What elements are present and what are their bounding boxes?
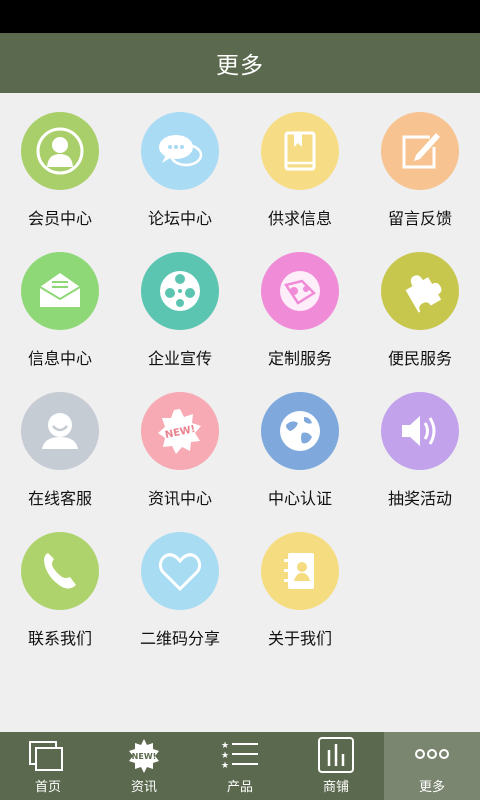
tab-news[interactable]: NEW! 资讯 [96, 732, 192, 800]
menu-item-info-center[interactable]: 信息中心 [0, 233, 120, 373]
svg-text:NEW!: NEW! [132, 752, 157, 761]
product-list-icon: ★ ★ ★ [221, 741, 258, 771]
menu-item-member-center[interactable]: 会员中心 [0, 93, 120, 233]
menu-grid: 会员中心 论坛中心 供求信息 留言反馈 信息中心 企业宣传 定制服务 便民服务 … [0, 93, 480, 732]
svg-text:★: ★ [221, 741, 229, 751]
heart-icon [141, 532, 219, 610]
menu-item-label: 留言反馈 [387, 209, 452, 228]
tab-label: 资讯 [130, 780, 157, 795]
menu-item-label: 会员中心 [27, 209, 92, 228]
bottom-tab-bar: 首页 NEW! 资讯 ★ ★ ★ 产品 商铺 更多 [0, 732, 480, 800]
puzzle-icon [381, 252, 459, 330]
menu-item-label: 中心认证 [267, 489, 332, 508]
menu-item-label: 二维码分享 [139, 629, 220, 648]
menu-item-enterprise-promo[interactable]: 企业宣传 [120, 233, 240, 373]
menu-item-label: 便民服务 [387, 349, 452, 368]
menu-item-convenience[interactable]: 便民服务 [360, 233, 480, 373]
title-bar: 更多 [0, 33, 480, 93]
page-title: 更多 [216, 53, 264, 79]
menu-item-certification[interactable]: 中心认证 [240, 373, 360, 513]
menu-item-feedback[interactable]: 留言反馈 [360, 93, 480, 233]
edit-note-icon [381, 112, 459, 190]
news-badge-icon: NEW! [129, 739, 159, 773]
svg-text:★: ★ [221, 751, 229, 761]
tab-label: 首页 [34, 780, 61, 795]
tab-products[interactable]: ★ ★ ★ 产品 [192, 732, 288, 800]
menu-item-contact-us[interactable]: 联系我们 [0, 513, 120, 653]
menu-item-about-us[interactable]: 关于我们 [240, 513, 360, 653]
tab-shop[interactable]: 商铺 [288, 732, 384, 800]
film-reel-icon [141, 252, 219, 330]
more-dots-icon [415, 749, 449, 759]
menu-item-qr-share[interactable]: 二维码分享 [120, 513, 240, 653]
speaker-icon [381, 392, 459, 470]
tab-label: 产品 [226, 780, 253, 795]
menu-item-label: 供求信息 [267, 209, 332, 228]
menu-item-label: 企业宣传 [147, 349, 212, 368]
menu-item-label: 关于我们 [267, 629, 332, 648]
menu-item-label: 在线客服 [27, 489, 92, 508]
contact-book-icon [261, 532, 339, 610]
menu-item-label: 定制服务 [267, 349, 332, 368]
menu-item-label: 资讯中心 [147, 489, 212, 508]
tab-more[interactable]: 更多 [384, 732, 480, 800]
menu-item-forum-center[interactable]: 论坛中心 [120, 93, 240, 233]
menu-item-label: 信息中心 [27, 349, 92, 368]
status-bar [0, 0, 480, 33]
menu-item-label: 论坛中心 [147, 209, 212, 228]
member-icon [21, 112, 99, 190]
svg-text:★: ★ [221, 761, 229, 771]
support-agent-icon [21, 392, 99, 470]
tab-home[interactable]: 首页 [0, 732, 96, 800]
tab-label: 商铺 [322, 780, 349, 795]
tab-label: 更多 [418, 780, 445, 795]
new-badge-icon: NEW! [141, 392, 219, 470]
menu-item-lottery[interactable]: 抽奖活动 [360, 373, 480, 513]
globe-icon [261, 392, 339, 470]
envelope-icon [21, 252, 99, 330]
chat-bubbles-icon [141, 112, 219, 190]
book-icon [261, 112, 339, 190]
menu-item-supply-demand[interactable]: 供求信息 [240, 93, 360, 233]
menu-item-custom-service[interactable]: 定制服务 [240, 233, 360, 373]
phone-icon [21, 532, 99, 610]
menu-item-label: 联系我们 [27, 629, 92, 648]
menu-item-label: 抽奖活动 [387, 489, 452, 508]
menu-item-news-center[interactable]: NEW! 资讯中心 [120, 373, 240, 513]
shop-chart-icon [318, 737, 354, 773]
menu-item-online-support[interactable]: 在线客服 [0, 373, 120, 513]
custom-service-icon [261, 252, 339, 330]
home-windows-icon [29, 741, 63, 771]
